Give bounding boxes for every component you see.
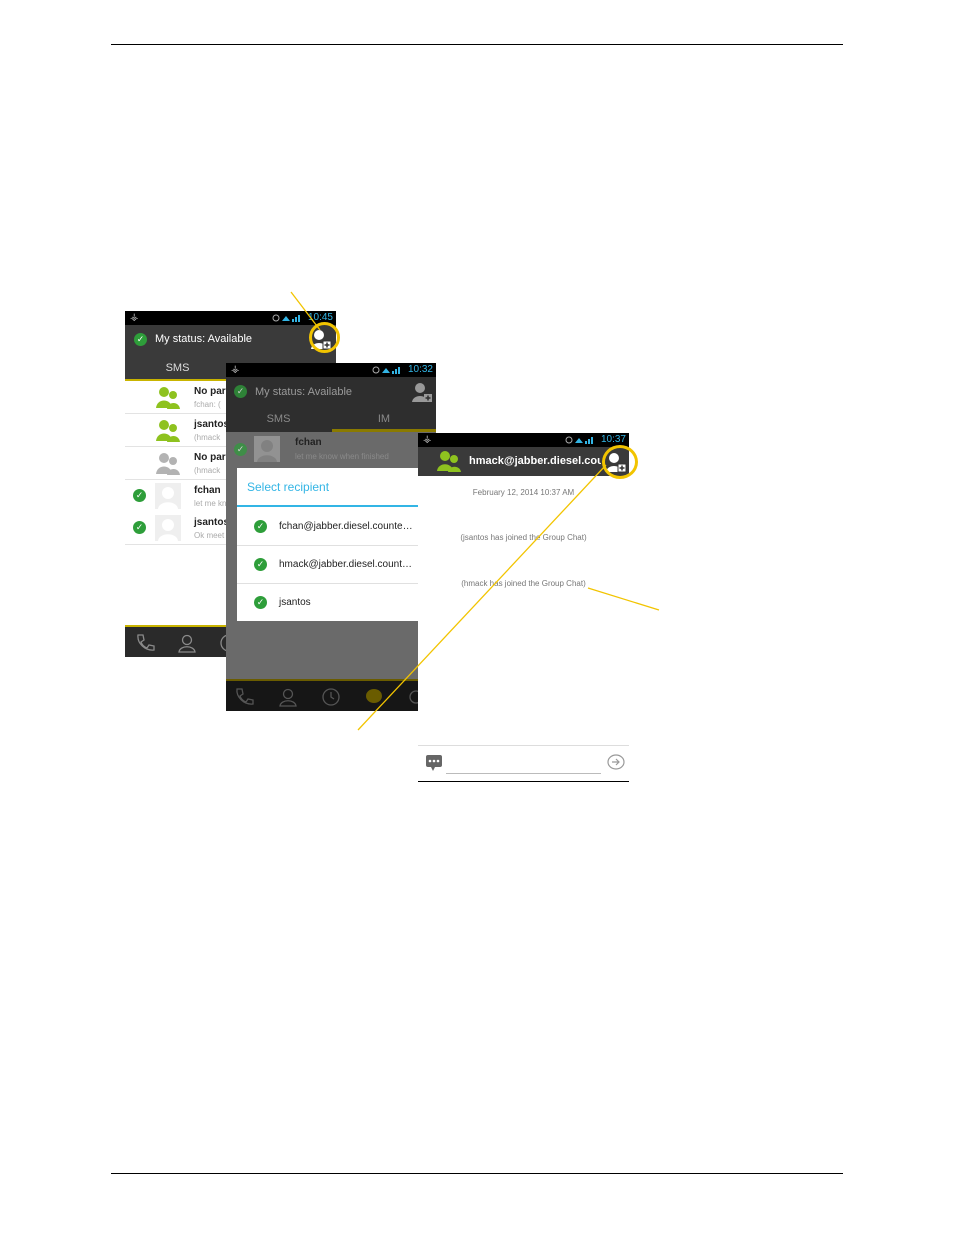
row-title: fchan xyxy=(295,437,322,448)
my-status-label: My status: Available xyxy=(155,333,253,345)
screen-bottom-edge xyxy=(418,781,629,782)
group-avatar-icon xyxy=(437,451,461,472)
phone-icon[interactable] xyxy=(135,633,155,653)
chat-icon[interactable] xyxy=(364,687,384,707)
contact-avatar-icon xyxy=(155,483,181,509)
tab-bar: SMS IM xyxy=(226,406,436,432)
screenshot-select-recipient: ⚶ 10:32 ✓ My status: Available SMS IM ✓ … xyxy=(226,363,436,711)
contacts-icon[interactable] xyxy=(278,687,298,707)
row-title: No par xyxy=(194,386,226,397)
contacts-icon[interactable] xyxy=(177,633,197,653)
recipient-item[interactable]: ✓ hmack@jabber.diesel.count… xyxy=(237,546,436,584)
row-subtitle: (hmack xyxy=(194,433,221,442)
recipient-label: hmack@jabber.diesel.count… xyxy=(279,559,412,570)
composer-divider xyxy=(418,745,629,746)
online-check-icon: ✓ xyxy=(133,489,146,502)
history-icon[interactable] xyxy=(321,687,341,707)
recipient-item[interactable]: ✓ fchan@jabber.diesel.counte… xyxy=(237,508,436,546)
dialog-title: Select recipient xyxy=(247,480,330,494)
signal-icons xyxy=(272,314,300,322)
footer-rule xyxy=(111,1173,843,1174)
online-check-icon: ✓ xyxy=(234,443,247,456)
group-avatar-icon xyxy=(156,420,180,442)
row-title: jsantos xyxy=(194,419,230,430)
add-person-icon[interactable] xyxy=(411,381,433,403)
message-input[interactable] xyxy=(446,773,601,774)
row-subtitle: fchan: ( xyxy=(194,400,221,409)
status-action-bar[interactable]: ✓ My status: Available xyxy=(125,325,336,354)
group-avatar-grey-icon xyxy=(156,453,180,475)
row-subtitle: (hmack xyxy=(194,466,221,475)
send-icon[interactable] xyxy=(606,754,626,772)
my-status-label: My status: Available xyxy=(255,386,353,398)
message-icon[interactable] xyxy=(425,754,445,772)
screenshot-group-chat: ⚶ 10:37 hmack@jabber.diesel.count Februa… xyxy=(418,433,629,783)
chat-action-bar: hmack@jabber.diesel.count xyxy=(418,447,629,476)
signal-icons xyxy=(565,436,593,444)
online-check-icon: ✓ xyxy=(254,520,267,533)
contact-avatar-icon xyxy=(155,515,181,541)
online-check-icon: ✓ xyxy=(254,596,267,609)
tab-sms[interactable]: SMS xyxy=(226,406,331,432)
status-bar: ⚶ 10:45 xyxy=(125,311,336,325)
row-subtitle: let me know when finished xyxy=(295,452,389,461)
signal-icons xyxy=(372,366,400,374)
row-subtitle: Ok meet xyxy=(194,531,225,540)
recipient-label: fchan@jabber.diesel.counte… xyxy=(279,521,413,532)
online-check-icon: ✓ xyxy=(133,521,146,534)
select-recipient-dialog: Select recipient ✓ fchan@jabber.diesel.c… xyxy=(237,468,436,621)
status-clock: 10:37 xyxy=(600,434,626,445)
available-check-icon: ✓ xyxy=(134,333,147,346)
usb-icon: ⚶ xyxy=(423,434,432,445)
row-title: No par xyxy=(194,452,226,463)
recipient-label: jsantos xyxy=(279,597,311,608)
usb-icon: ⚶ xyxy=(231,364,240,375)
dialog-title-divider xyxy=(237,505,436,507)
chat-date: February 12, 2014 10:37 AM xyxy=(472,488,575,497)
add-person-highlight-ring xyxy=(309,322,340,353)
available-check-icon: ✓ xyxy=(234,385,247,398)
recipient-item[interactable]: ✓ jsantos xyxy=(237,584,436,621)
row-title: jsantos xyxy=(194,517,230,528)
online-check-icon: ✓ xyxy=(254,558,267,571)
contact-avatar-icon xyxy=(254,436,280,462)
dimmed-list-item: ✓ fchan let me know when finished xyxy=(226,432,436,466)
status-action-bar[interactable]: ✓ My status: Available xyxy=(226,377,436,406)
usb-icon: ⚶ xyxy=(130,312,139,323)
chat-title: hmack@jabber.diesel.count xyxy=(469,455,601,467)
add-person-highlight-ring xyxy=(602,445,638,479)
status-bar: ⚶ 10:37 xyxy=(418,433,629,447)
group-avatar-icon xyxy=(156,387,180,409)
phone-icon[interactable] xyxy=(234,687,254,707)
row-subtitle: let me kn xyxy=(194,499,227,508)
bottom-nav xyxy=(226,679,436,711)
status-clock: 10:32 xyxy=(407,364,433,375)
chat-system-message: (hmack has joined the Group Chat) xyxy=(461,579,586,588)
header-rule xyxy=(111,44,843,45)
tab-sms[interactable]: SMS xyxy=(125,354,230,382)
chat-system-message: (jsantos has joined the Group Chat) xyxy=(460,533,587,542)
row-title: fchan xyxy=(194,485,221,496)
status-bar: ⚶ 10:32 xyxy=(226,363,436,377)
